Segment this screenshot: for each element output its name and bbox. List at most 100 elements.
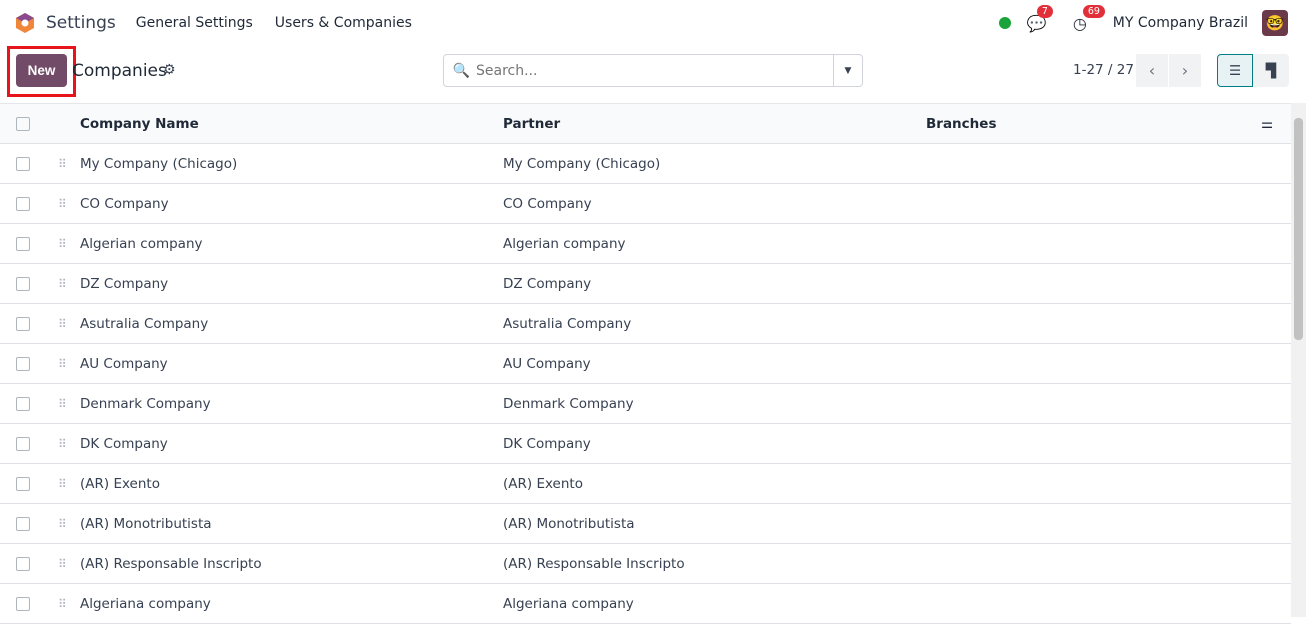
column-company-name[interactable]: Company Name — [80, 103, 503, 144]
table-row[interactable]: ⠿ CO Company CO Company — [0, 183, 1291, 224]
partner-cell[interactable]: Algerian company — [503, 223, 926, 264]
row-checkbox[interactable] — [16, 436, 30, 451]
optional-columns-icon[interactable]: ⚌ — [1261, 103, 1291, 144]
company-name-cell[interactable]: (AR) Responsable Inscripto — [80, 543, 503, 584]
partner-cell[interactable]: AU Company — [503, 343, 926, 384]
table-row[interactable]: ⠿ Algeriana company Algeriana company — [0, 583, 1291, 624]
branches-cell[interactable] — [926, 263, 1261, 304]
table-row[interactable]: ⠿ (AR) Exento (AR) Exento — [0, 463, 1291, 504]
table-row[interactable]: ⠿ Asutralia Company Asutralia Company — [0, 303, 1291, 344]
branches-cell[interactable] — [926, 463, 1261, 504]
table-row[interactable]: ⠿ (AR) Monotributista (AR) Monotributist… — [0, 503, 1291, 544]
list-view-button[interactable]: ☰ — [1217, 54, 1253, 87]
partner-cell[interactable]: (AR) Responsable Inscripto — [503, 543, 926, 584]
messages-button[interactable]: 💬 7 — [1027, 4, 1053, 33]
table-row[interactable]: ⠿ Denmark Company Denmark Company — [0, 383, 1291, 424]
table-header: Company Name Partner Branches ⚌ — [0, 103, 1291, 144]
branches-cell[interactable] — [926, 583, 1261, 624]
drag-handle-icon[interactable]: ⠿ — [58, 197, 67, 211]
partner-cell[interactable]: Asutralia Company — [503, 303, 926, 344]
app-name[interactable]: Settings — [46, 13, 116, 33]
drag-handle-icon[interactable]: ⠿ — [58, 477, 67, 491]
kanban-view-button[interactable]: ▜ — [1253, 54, 1289, 87]
drag-handle-icon[interactable]: ⠿ — [58, 237, 67, 251]
row-checkbox[interactable] — [16, 516, 30, 531]
table-row[interactable]: ⠿ My Company (Chicago) My Company (Chica… — [0, 143, 1291, 184]
company-name-cell[interactable]: DK Company — [80, 423, 503, 464]
search-bar: 🔍 ▼ — [443, 54, 863, 87]
company-name-cell[interactable]: (AR) Monotributista — [80, 503, 503, 544]
scrollbar-thumb[interactable] — [1294, 118, 1303, 340]
activities-badge: 69 — [1082, 4, 1105, 18]
drag-handle-icon[interactable]: ⠿ — [58, 157, 67, 171]
partner-cell[interactable]: Denmark Company — [503, 383, 926, 424]
branches-cell[interactable] — [926, 503, 1261, 544]
menu-general-settings[interactable]: General Settings — [136, 15, 253, 31]
drag-handle-icon[interactable]: ⠿ — [58, 437, 67, 451]
row-checkbox[interactable] — [16, 196, 30, 211]
table-row[interactable]: ⠿ DZ Company DZ Company — [0, 263, 1291, 304]
branches-cell[interactable] — [926, 143, 1261, 184]
partner-cell[interactable]: My Company (Chicago) — [503, 143, 926, 184]
drag-handle-icon[interactable]: ⠿ — [58, 597, 67, 611]
company-switcher[interactable]: MY Company Brazil — [1113, 15, 1248, 31]
branches-cell[interactable] — [926, 383, 1261, 424]
row-checkbox[interactable] — [16, 356, 30, 371]
pager-previous-button[interactable]: ‹ — [1136, 54, 1168, 87]
drag-handle-icon[interactable]: ⠿ — [58, 317, 67, 331]
menu-users-companies[interactable]: Users & Companies — [275, 15, 412, 31]
pager-value[interactable]: 1-27 / 27 — [1073, 62, 1134, 78]
drag-handle-icon[interactable]: ⠿ — [58, 517, 67, 531]
table-row[interactable]: ⠿ AU Company AU Company — [0, 343, 1291, 384]
search-input[interactable] — [470, 55, 833, 86]
column-branches[interactable]: Branches — [926, 103, 1261, 144]
user-avatar[interactable]: 🤓 — [1262, 10, 1288, 36]
row-checkbox[interactable] — [16, 236, 30, 251]
partner-cell[interactable]: DZ Company — [503, 263, 926, 304]
row-checkbox[interactable] — [16, 316, 30, 331]
row-checkbox[interactable] — [16, 156, 30, 171]
gear-icon[interactable]: ⚙ — [163, 62, 176, 78]
search-options-toggle[interactable]: ▼ — [833, 55, 862, 86]
partner-cell[interactable]: (AR) Monotributista — [503, 503, 926, 544]
select-all-checkbox[interactable] — [16, 116, 30, 131]
row-checkbox[interactable] — [16, 476, 30, 491]
branches-cell[interactable] — [926, 423, 1261, 464]
activities-button[interactable]: ◷ 69 — [1073, 4, 1105, 33]
branches-cell[interactable] — [926, 543, 1261, 584]
drag-handle-icon[interactable]: ⠿ — [58, 557, 67, 571]
partner-cell[interactable]: Algeriana company — [503, 583, 926, 624]
row-checkbox[interactable] — [16, 396, 30, 411]
branches-cell[interactable] — [926, 343, 1261, 384]
company-name-cell[interactable]: Algerian company — [80, 223, 503, 264]
company-name-cell[interactable]: My Company (Chicago) — [80, 143, 503, 184]
row-checkbox[interactable] — [16, 276, 30, 291]
partner-cell[interactable]: (AR) Exento — [503, 463, 926, 504]
row-checkbox[interactable] — [16, 596, 30, 611]
company-name-cell[interactable]: (AR) Exento — [80, 463, 503, 504]
partner-cell[interactable]: CO Company — [503, 183, 926, 224]
odoo-logo-icon[interactable] — [14, 12, 36, 34]
branches-cell[interactable] — [926, 303, 1261, 344]
company-name-cell[interactable]: Algeriana company — [80, 583, 503, 624]
table-row[interactable]: ⠿ Algerian company Algerian company — [0, 223, 1291, 264]
messages-badge: 7 — [1036, 4, 1053, 18]
drag-handle-icon[interactable]: ⠿ — [58, 397, 67, 411]
company-name-cell[interactable]: CO Company — [80, 183, 503, 224]
partner-cell[interactable]: DK Company — [503, 423, 926, 464]
row-checkbox[interactable] — [16, 556, 30, 571]
drag-handle-icon[interactable]: ⠿ — [58, 357, 67, 371]
company-name-cell[interactable]: Denmark Company — [80, 383, 503, 424]
company-name-cell[interactable]: Asutralia Company — [80, 303, 503, 344]
pager-next-button[interactable]: › — [1169, 54, 1201, 87]
column-partner[interactable]: Partner — [503, 103, 926, 144]
company-name-cell[interactable]: DZ Company — [80, 263, 503, 304]
new-button[interactable]: New — [16, 54, 67, 87]
branches-cell[interactable] — [926, 223, 1261, 264]
table-row[interactable]: ⠿ (AR) Responsable Inscripto (AR) Respon… — [0, 543, 1291, 584]
branches-cell[interactable] — [926, 183, 1261, 224]
search-icon: 🔍 — [452, 62, 470, 79]
company-name-cell[interactable]: AU Company — [80, 343, 503, 384]
table-row[interactable]: ⠿ DK Company DK Company — [0, 423, 1291, 464]
drag-handle-icon[interactable]: ⠿ — [58, 277, 67, 291]
